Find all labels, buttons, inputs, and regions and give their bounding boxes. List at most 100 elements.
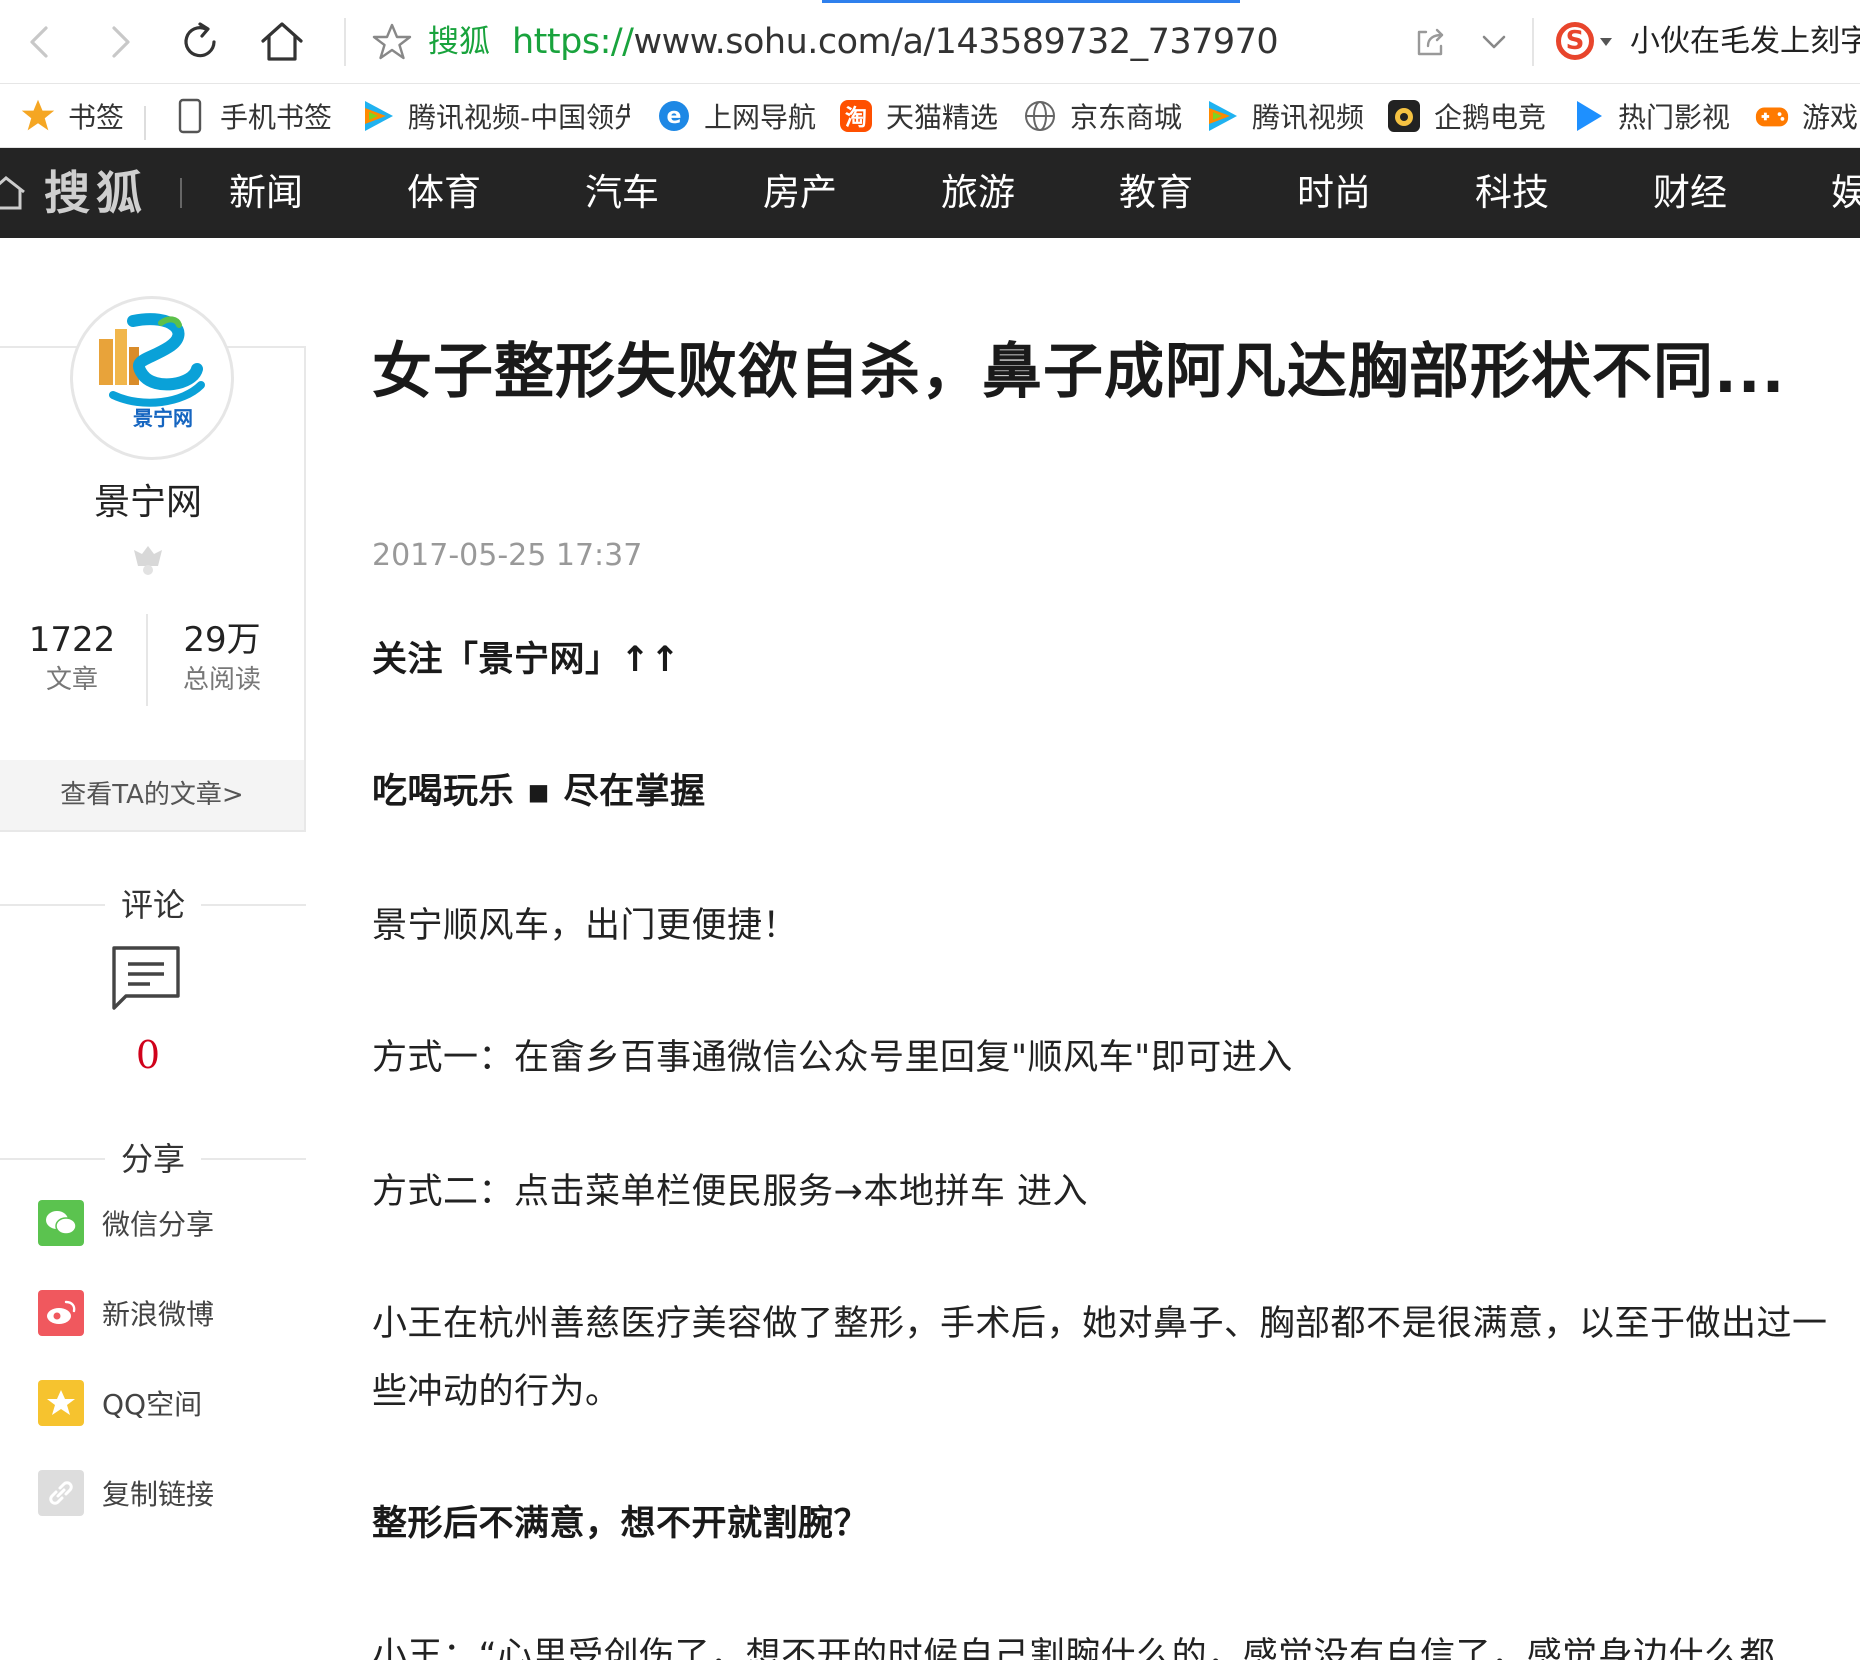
- chevron-down-icon[interactable]: [1476, 24, 1512, 60]
- stat-divider: [146, 614, 148, 706]
- stat-articles: 1722 文章: [2, 618, 142, 698]
- nav-item-entertainment[interactable]: 娱: [1831, 166, 1860, 220]
- nav-divider: [180, 178, 182, 208]
- comment-icon[interactable]: [110, 944, 182, 1014]
- avatar-text: 景宁网: [133, 406, 193, 430]
- nav-item-tech[interactable]: 科技: [1475, 166, 1549, 220]
- back-button[interactable]: [12, 14, 68, 70]
- bookmark-label: 游戏中: [1802, 101, 1860, 134]
- share-weibo-button[interactable]: 新浪微博: [38, 1288, 214, 1338]
- article-paragraph: 方式一：在畲乡百事通微信公众号里回复"顺风车"即可进入: [372, 1038, 1293, 1078]
- share-label: 新浪微博: [102, 1298, 215, 1331]
- bookmarks-bar: 书签 手机书签 腾讯视频-中国领先 e 上网导航 淘 天猫精选 京东商城 腾讯视…: [0, 84, 1860, 148]
- globe-icon: [1022, 98, 1058, 134]
- bookmark-label: 腾讯视频: [1252, 101, 1365, 134]
- bookmark-item-tencent-video[interactable]: 腾讯视频: [1204, 92, 1364, 140]
- forward-button[interactable]: [92, 14, 148, 70]
- reload-icon: [184, 22, 216, 58]
- articles-count: 1722: [28, 620, 116, 660]
- nav-item-fashion[interactable]: 时尚: [1297, 166, 1371, 220]
- sohu-logo[interactable]: 搜狐: [44, 162, 148, 224]
- nav-item-house[interactable]: 房产: [763, 166, 837, 220]
- article-paragraph: 小王在杭州善慈医疗美容做了整形，手术后，她对鼻子、胸部都不是很满意，以至于做出过…: [372, 1304, 1828, 1412]
- bookmark-item-nav[interactable]: e 上网导航: [656, 92, 816, 140]
- browser-toolbar: 搜狐 https://www.sohu.com/a/143589732_7379…: [0, 0, 1860, 84]
- article-date: 2017-05-25 17:37: [372, 538, 643, 573]
- bookmark-item-tmall[interactable]: 淘 天猫精选: [838, 92, 998, 140]
- article-paragraph: 小王：“心里受创伤了，想不开的时候自己割腕什么的，感觉没有自信了，感觉身边什么都: [372, 1636, 1776, 1660]
- sogou-search-icon[interactable]: S: [1556, 22, 1594, 60]
- share-label: 复制链接: [102, 1478, 215, 1511]
- comments-section-title: 评论: [0, 880, 306, 930]
- share-title: 分享: [104, 1134, 201, 1184]
- bookmark-item-tencent-video-home[interactable]: 腾讯视频-中国领先: [360, 92, 630, 140]
- ie-icon: e: [656, 98, 692, 134]
- share-label: QQ空间: [102, 1388, 203, 1421]
- nav-item-sports[interactable]: 体育: [407, 166, 481, 220]
- play-icon: [1570, 98, 1606, 134]
- bookmark-label: 腾讯视频-中国领先: [408, 101, 630, 134]
- bookmark-item-penguin-esports[interactable]: 企鹅电竞: [1386, 92, 1546, 140]
- site-nav-bar: 搜狐 新闻 体育 汽车 房产 旅游 教育 时尚 科技 财经 娱: [0, 148, 1860, 238]
- chevron-left-icon: [30, 26, 48, 58]
- bookmark-item-hot-movies[interactable]: 热门影视: [1570, 92, 1730, 140]
- article-paragraph: 景宁顺风车，出门更便捷！: [372, 906, 799, 946]
- nav-item-news[interactable]: 新闻: [229, 166, 303, 220]
- author-badge-icon: [128, 540, 168, 580]
- nav-item-finance[interactable]: 财经: [1653, 166, 1727, 220]
- reload-button[interactable]: [172, 14, 228, 70]
- bookmark-label: 上网导航: [704, 101, 817, 134]
- share-qzone-button[interactable]: QQ空间: [38, 1378, 202, 1428]
- address-site-label: 搜狐: [428, 24, 490, 60]
- svg-text:e: e: [667, 104, 682, 129]
- bookmark-item-jd[interactable]: 京东商城: [1022, 92, 1182, 140]
- author-name[interactable]: 景宁网: [0, 480, 296, 526]
- articles-label: 文章: [45, 665, 98, 695]
- share-wechat-button[interactable]: 微信分享: [38, 1198, 214, 1248]
- qzone-icon: [38, 1380, 84, 1426]
- jingning-logo-icon: 景宁网: [99, 313, 205, 430]
- hot-search-suggestion[interactable]: 小伙在毛发上刻字: [1630, 20, 1860, 64]
- bookmark-label: 手机书签: [220, 101, 333, 134]
- comments-title: 评论: [104, 880, 201, 930]
- home-icon[interactable]: [0, 172, 30, 212]
- bookmark-label: 书签: [68, 101, 125, 134]
- nav-item-education[interactable]: 教育: [1119, 166, 1193, 220]
- reads-count: 29万: [183, 620, 261, 660]
- page-loading-indicator: [822, 0, 1240, 3]
- url-protocol: https://: [512, 22, 634, 62]
- bookmark-item-games[interactable]: 游戏中: [1754, 92, 1860, 140]
- bookmark-item-mobile[interactable]: 手机书签: [172, 92, 332, 140]
- nav-item-travel[interactable]: 旅游: [941, 166, 1015, 220]
- bookmarks-divider: [144, 106, 146, 140]
- tencent-video-icon: [1204, 98, 1240, 134]
- bookmark-label: 企鹅电竞: [1434, 101, 1547, 134]
- bookmark-star-icon[interactable]: [372, 22, 412, 62]
- home-button[interactable]: [254, 14, 310, 70]
- share-section-title: 分享: [0, 1134, 306, 1184]
- bookmark-label: 天猫精选: [886, 101, 999, 134]
- stat-reads: 29万 总阅读: [152, 618, 292, 698]
- nav-item-auto[interactable]: 汽车: [585, 166, 659, 220]
- author-avatar[interactable]: 景宁网: [70, 296, 234, 460]
- chevron-right-icon: [112, 26, 130, 58]
- share-page-icon[interactable]: [1412, 24, 1448, 60]
- reads-label: 总阅读: [182, 665, 261, 695]
- address-bar-url[interactable]: https://www.sohu.com/a/143589732_737970: [512, 18, 1279, 66]
- copy-link-button[interactable]: 复制链接: [38, 1468, 214, 1518]
- comment-count[interactable]: 0: [0, 1030, 296, 1080]
- taobao-icon: 淘: [838, 98, 874, 134]
- url-path: www.sohu.com/a/143589732_737970: [633, 22, 1279, 62]
- toolbar-divider: [344, 18, 346, 66]
- bookmark-item-bookmarks[interactable]: 书签: [20, 92, 124, 140]
- search-engine-dropdown-icon[interactable]: [1600, 38, 1612, 46]
- article-paragraph: 吃喝玩乐 ▪ 尽在掌握: [372, 772, 706, 812]
- article-subheading: 整形后不满意，想不开就割腕？: [372, 1504, 870, 1544]
- penguin-esports-icon: [1386, 98, 1422, 134]
- article-paragraph: 方式二：点击菜单栏便民服务→本地拼车 进入: [372, 1172, 1088, 1212]
- view-author-articles-link[interactable]: 查看TA的文章>: [0, 760, 304, 830]
- link-icon: [38, 1470, 84, 1516]
- star-icon: [20, 98, 56, 134]
- tencent-video-icon: [360, 98, 396, 134]
- gamepad-icon: [1754, 98, 1790, 134]
